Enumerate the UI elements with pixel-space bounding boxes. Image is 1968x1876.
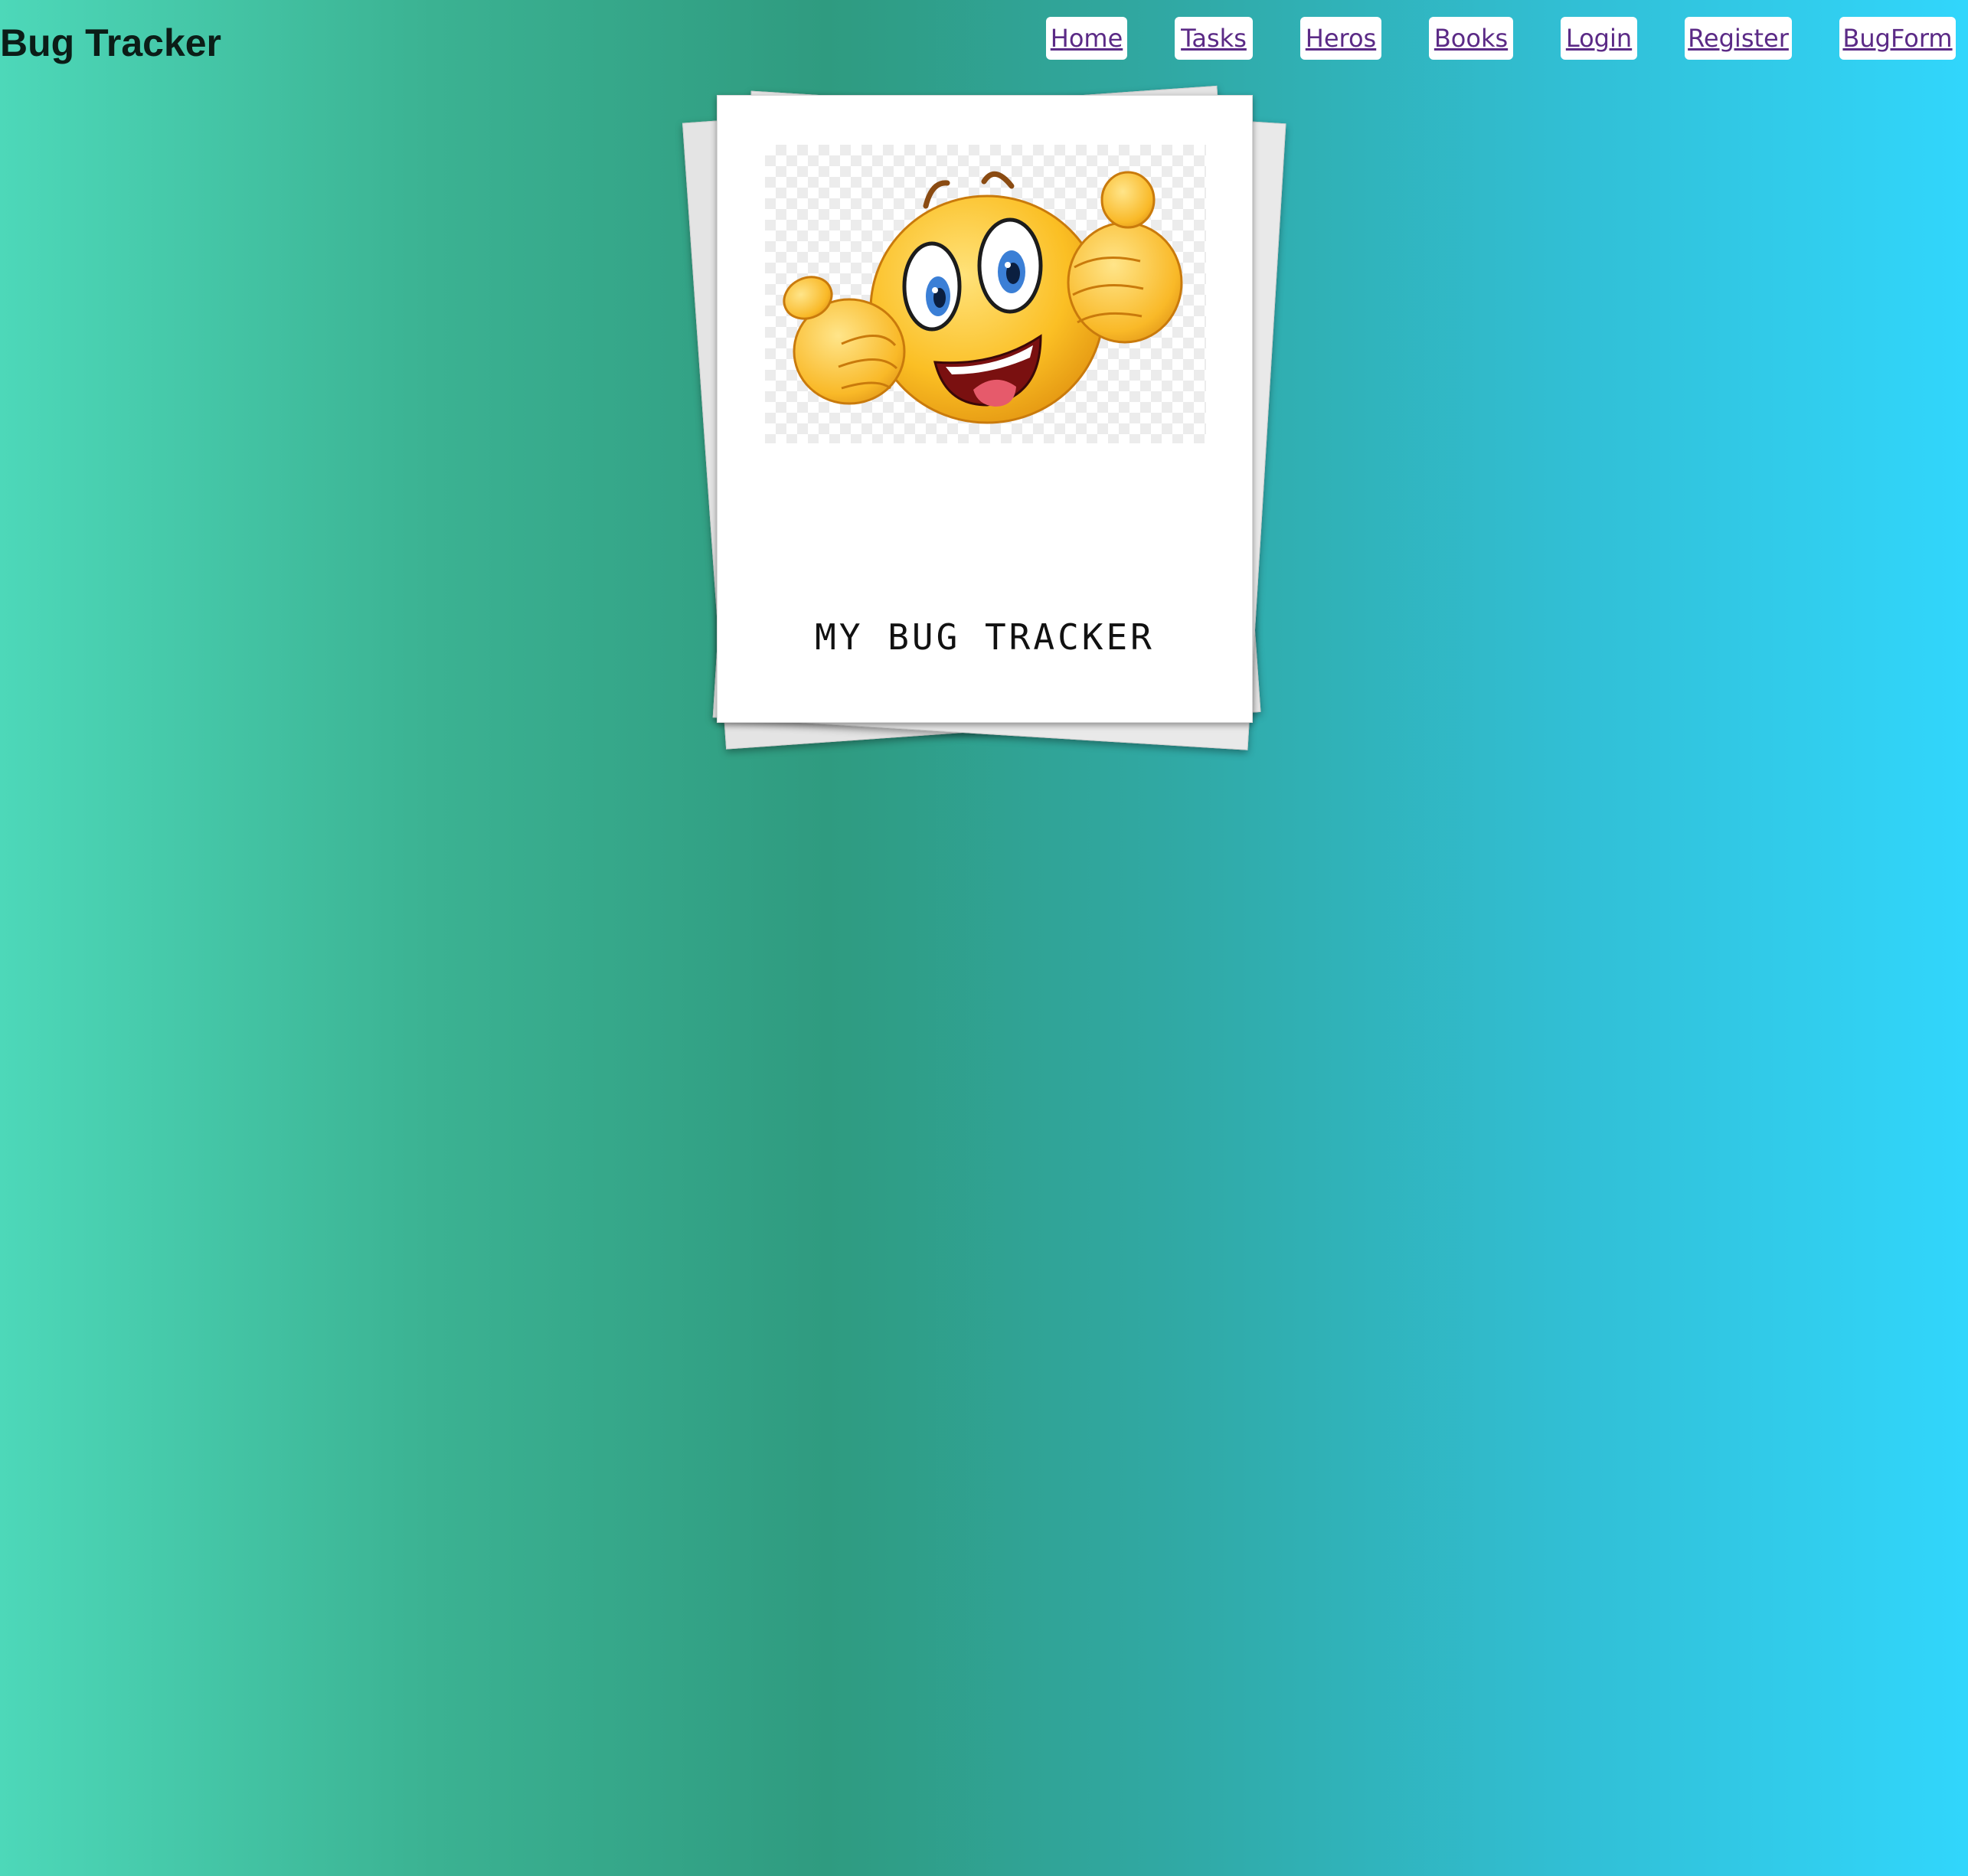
thumbs-up-smiley-image bbox=[765, 145, 1206, 443]
nav-link-books[interactable]: Books bbox=[1429, 17, 1513, 60]
app-title: Bug Tracker bbox=[0, 21, 222, 64]
card-caption: MY BUG TRACKER bbox=[815, 616, 1155, 658]
nav-link-login[interactable]: Login bbox=[1561, 17, 1637, 60]
nav-link-tasks[interactable]: Tasks bbox=[1175, 17, 1253, 60]
nav-link-heros[interactable]: Heros bbox=[1300, 17, 1381, 60]
nav-link-bugform[interactable]: BugForm bbox=[1839, 17, 1956, 60]
nav-link-register[interactable]: Register bbox=[1685, 17, 1792, 60]
polaroid-card-stack: MY BUG TRACKER bbox=[682, 85, 1286, 750]
hero-card: MY BUG TRACKER bbox=[717, 95, 1253, 723]
nav-link-home[interactable]: Home bbox=[1046, 17, 1127, 60]
